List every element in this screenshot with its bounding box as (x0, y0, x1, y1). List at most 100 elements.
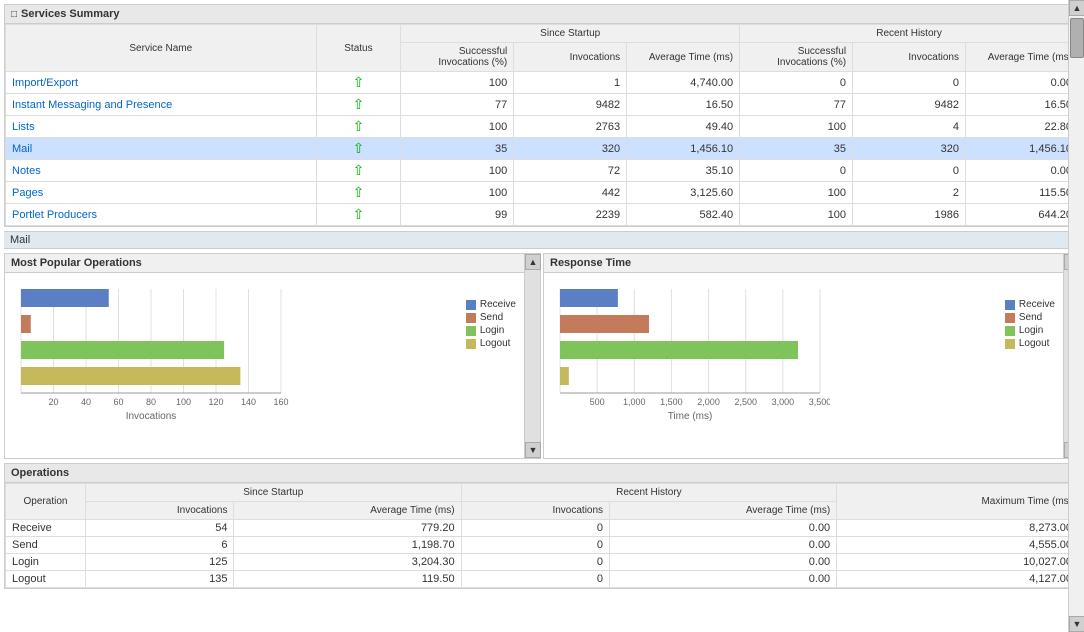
charts-section: Most Popular Operations 2040608010012014… (4, 253, 1080, 459)
service-row[interactable]: Portlet Producers ⇧ 99 2239 582.40 100 1… (6, 204, 1079, 226)
services-summary-header: □ Services Summary (5, 5, 1079, 24)
service-row[interactable]: Mail ⇧ 35 320 1,456.10 35 320 1,456.10 (6, 138, 1079, 160)
popular-ops-scrollbar: ▲ ▼ (524, 254, 540, 458)
service-since-inv-cell: 320 (514, 138, 627, 160)
col-status: Status (316, 25, 401, 72)
ops-max-time-cell: 4,555.00 (837, 537, 1079, 554)
scroll-down-button[interactable]: ▼ (525, 442, 541, 458)
legend-color (466, 339, 476, 349)
service-since-avg-cell: 582.40 (627, 204, 740, 226)
legend-item: Send (1005, 312, 1055, 323)
ops-since-inv-cell: 135 (86, 571, 234, 588)
page-scroll-down[interactable]: ▼ (1069, 616, 1084, 632)
legend-item: Send (466, 312, 516, 323)
service-name-cell[interactable]: Notes (6, 160, 317, 182)
legend-label: Receive (1019, 299, 1055, 310)
services-summary-title: Services Summary (21, 8, 119, 20)
service-recent-success-cell: 35 (740, 138, 853, 160)
service-since-inv-cell: 442 (514, 182, 627, 204)
collapse-icon[interactable]: □ (11, 9, 17, 20)
service-name-cell[interactable]: Lists (6, 116, 317, 138)
svg-text:2,000: 2,000 (697, 397, 720, 407)
mail-section-label: Mail (4, 231, 1080, 249)
service-name-cell[interactable]: Pages (6, 182, 317, 204)
scroll-up-button[interactable]: ▲ (525, 254, 541, 270)
page-scrollbar: ▲ ▼ (1068, 0, 1084, 632)
service-row[interactable]: Import/Export ⇧ 100 1 4,740.00 0 0 0.00 (6, 72, 1079, 94)
page-scroll-thumb[interactable] (1070, 18, 1084, 58)
svg-text:60: 60 (113, 397, 123, 407)
ops-operation-cell: Logout (6, 571, 86, 588)
service-row[interactable]: Pages ⇧ 100 442 3,125.60 100 2 115.50 (6, 182, 1079, 204)
col-since-avg: Average Time (ms) (627, 43, 740, 72)
service-recent-inv-cell: 4 (853, 116, 966, 138)
legend-item: Logout (1005, 338, 1055, 349)
legend-item: Login (466, 325, 516, 336)
service-name-cell[interactable]: Import/Export (6, 72, 317, 94)
legend-color (466, 300, 476, 310)
popular-ops-legend: Receive Send Login Logout (466, 279, 516, 349)
response-time-legend: Receive Send Login Logout (1005, 279, 1055, 349)
ops-row: Receive 54 779.20 0 0.00 8,273.00 (6, 520, 1079, 537)
ops-recent-inv-cell: 0 (461, 571, 609, 588)
legend-label: Logout (1019, 338, 1050, 349)
page-scroll-up[interactable]: ▲ (1069, 0, 1084, 16)
services-table: Service Name Status Since Startup Recent… (5, 24, 1079, 226)
service-status-cell: ⇧ (316, 182, 401, 204)
legend-label: Logout (480, 338, 511, 349)
service-recent-success-cell: 100 (740, 116, 853, 138)
popular-ops-bars: 20406080100120140160Invocations (11, 279, 458, 452)
svg-text:3,500: 3,500 (809, 397, 830, 407)
service-recent-avg-cell: 115.50 (965, 182, 1078, 204)
response-time-bars: 5001,0001,5002,0002,5003,0003,500Time (m… (550, 279, 997, 452)
service-recent-inv-cell: 320 (853, 138, 966, 160)
service-name-cell[interactable]: Instant Messaging and Presence (6, 94, 317, 116)
legend-label: Send (1019, 312, 1042, 323)
ops-recent-avg-cell: 0.00 (610, 571, 837, 588)
service-name-cell[interactable]: Portlet Producers (6, 204, 317, 226)
service-recent-inv-cell: 2 (853, 182, 966, 204)
ops-operation-cell: Send (6, 537, 86, 554)
service-row[interactable]: Lists ⇧ 100 2763 49.40 100 4 22.80 (6, 116, 1079, 138)
service-since-avg-cell: 4,740.00 (627, 72, 740, 94)
svg-text:2,500: 2,500 (734, 397, 757, 407)
ops-max-time-cell: 10,027.00 (837, 554, 1079, 571)
ops-col-max: Maximum Time (ms) (837, 484, 1079, 520)
service-recent-success-cell: 100 (740, 204, 853, 226)
service-name-cell[interactable]: Mail (6, 138, 317, 160)
service-since-avg-cell: 49.40 (627, 116, 740, 138)
service-row[interactable]: Notes ⇧ 100 72 35.10 0 0 0.00 (6, 160, 1079, 182)
legend-item: Logout (466, 338, 516, 349)
svg-text:Time (ms): Time (ms) (668, 411, 713, 422)
ops-recent-inv: Invocations (461, 502, 609, 520)
svg-text:500: 500 (590, 397, 605, 407)
legend-color (1005, 339, 1015, 349)
service-recent-inv-cell: 0 (853, 72, 966, 94)
service-row[interactable]: Instant Messaging and Presence ⇧ 77 9482… (6, 94, 1079, 116)
col-recent-avg: Average Time (ms) (965, 43, 1078, 72)
legend-item: Receive (466, 299, 516, 310)
ops-since-inv-cell: 6 (86, 537, 234, 554)
response-time-chart-inner: 5001,0001,5002,0002,5003,0003,500Time (m… (544, 273, 1079, 458)
legend-color (466, 326, 476, 336)
col-service-name: Service Name (6, 25, 317, 72)
service-recent-inv-cell: 0 (853, 160, 966, 182)
col-recent-inv: Invocations (853, 43, 966, 72)
operations-panel: Operations Operation Since Startup Recen… (4, 463, 1080, 589)
service-since-success-cell: 35 (401, 138, 514, 160)
ops-col-operation: Operation (6, 484, 86, 520)
svg-text:80: 80 (146, 397, 156, 407)
svg-text:140: 140 (241, 397, 256, 407)
service-since-avg-cell: 3,125.60 (627, 182, 740, 204)
ops-recent-avg-cell: 0.00 (610, 520, 837, 537)
svg-text:160: 160 (273, 397, 288, 407)
ops-since-avg: Average Time (ms) (234, 502, 461, 520)
legend-label: Login (1019, 325, 1043, 336)
legend-color (1005, 300, 1015, 310)
col-since-startup: Since Startup (401, 25, 740, 43)
svg-text:120: 120 (208, 397, 223, 407)
service-status-cell: ⇧ (316, 138, 401, 160)
service-recent-avg-cell: 22.80 (965, 116, 1078, 138)
col-recent-success: Successful Invocations (%) (740, 43, 853, 72)
ops-since-inv: Invocations (86, 502, 234, 520)
